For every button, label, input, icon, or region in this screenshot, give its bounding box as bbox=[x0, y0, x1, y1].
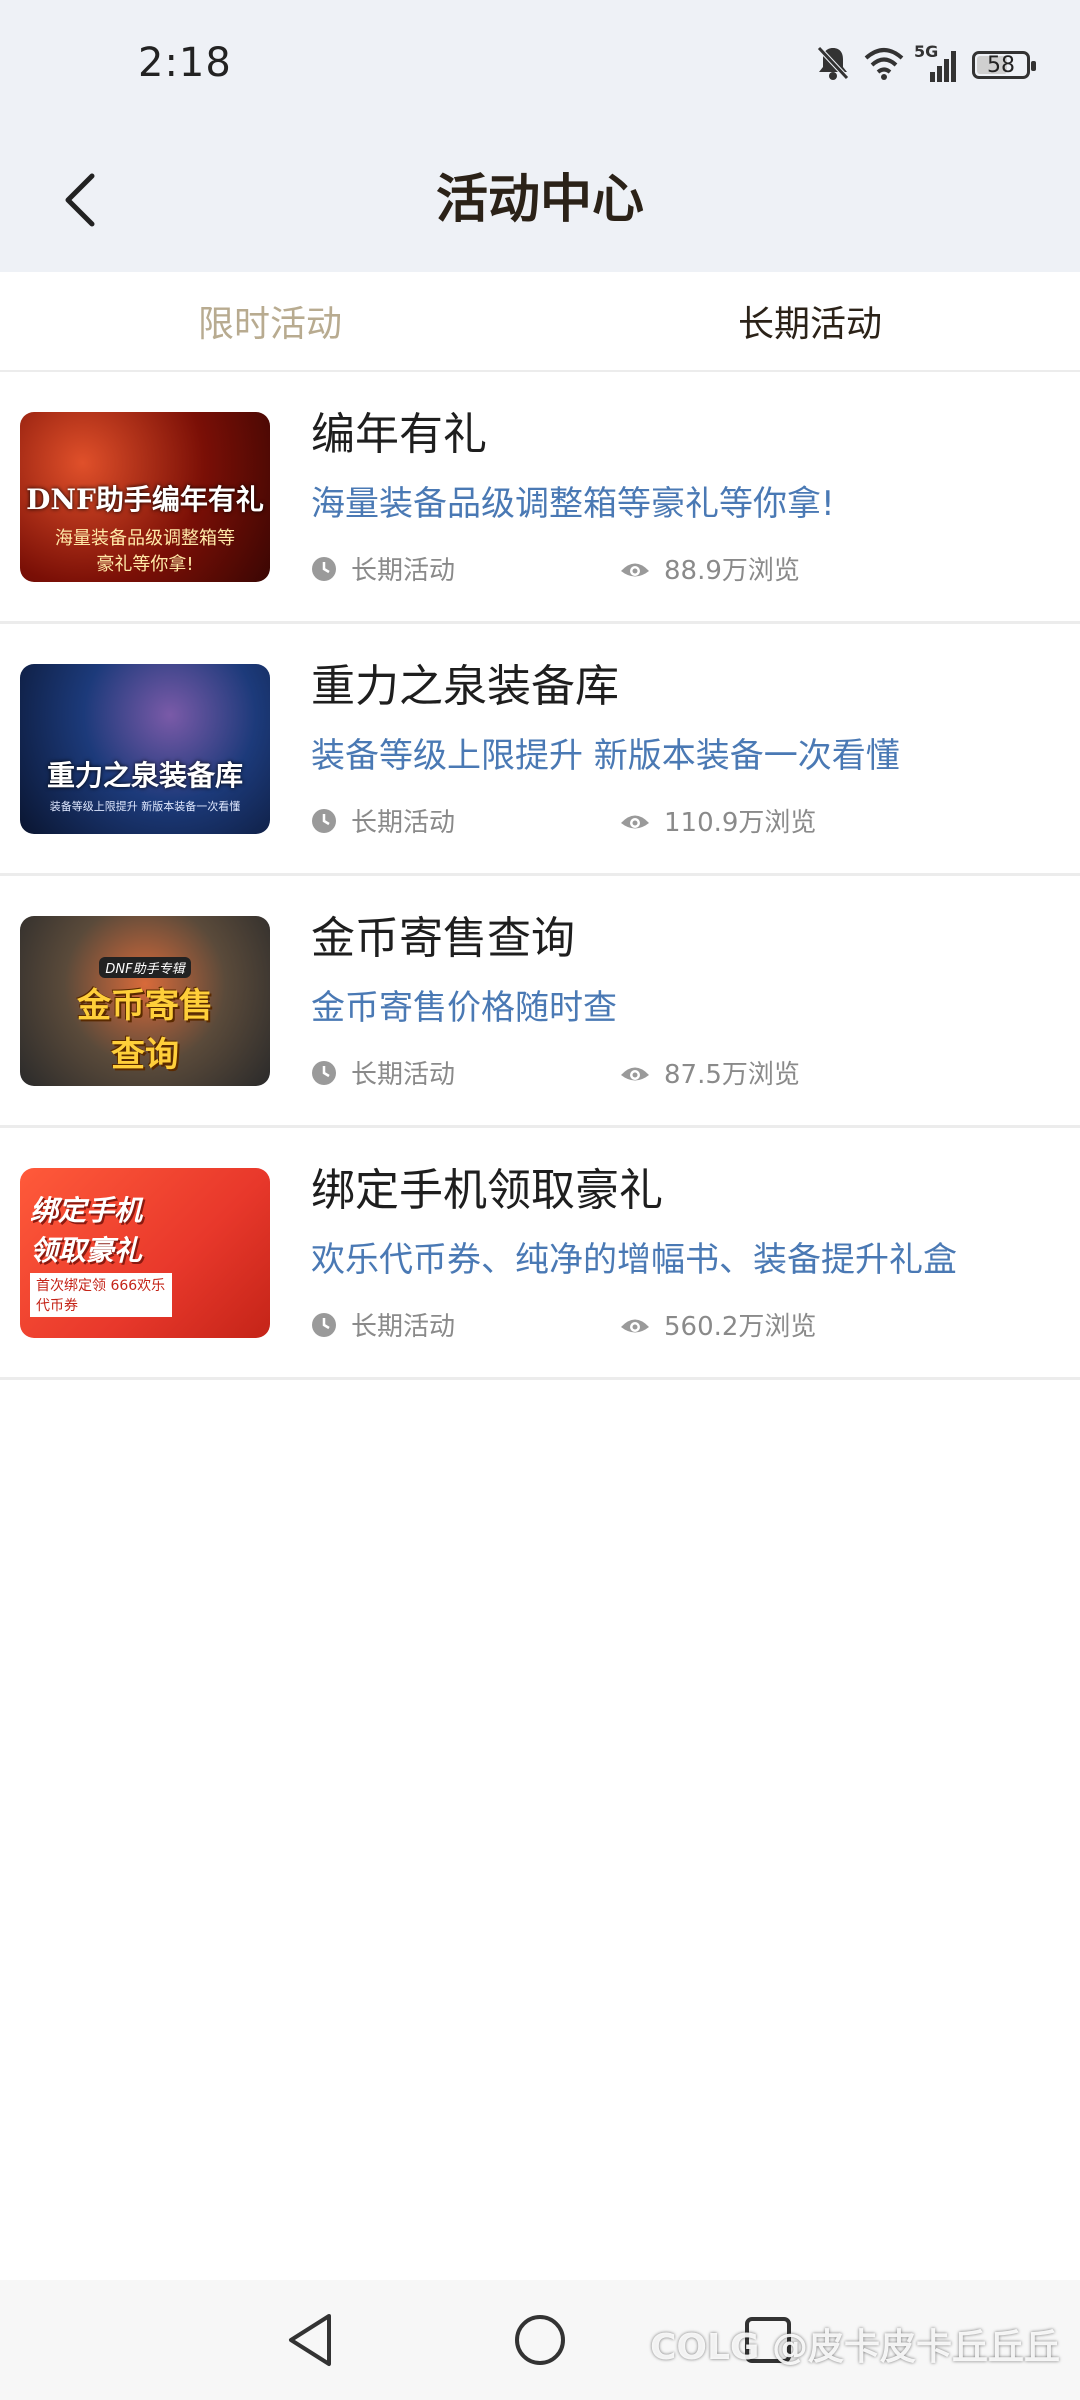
banner-line: 领取豪礼 bbox=[30, 1234, 143, 1267]
status-icons: 5G 58 bbox=[816, 40, 1036, 90]
banner-line: 首次绑定领 666欢乐代币券 bbox=[30, 1273, 172, 1317]
banner-line: 金币寄售 bbox=[77, 985, 213, 1026]
cellular-signal-icon: 5G bbox=[914, 42, 958, 82]
activity-type-label: 长期活动 bbox=[351, 1312, 456, 1342]
clock-icon bbox=[312, 1312, 336, 1337]
tab-long-term[interactable]: 长期活动 bbox=[540, 272, 1080, 370]
item-description: 金币寄售价格随时查 bbox=[311, 988, 617, 1028]
list-item[interactable]: DNF助手编年有礼 海量装备品级调整箱等 豪礼等你拿! 编年有礼 海量装备品级调… bbox=[0, 372, 1080, 624]
network-type: 5G bbox=[914, 42, 939, 61]
item-title: 金币寄售查询 bbox=[311, 913, 575, 964]
item-description: 装备等级上限提升 新版本装备一次看懂 bbox=[311, 736, 900, 776]
activity-type: 长期活动 bbox=[311, 1054, 455, 1091]
view-count-label: 560.2万浏览 bbox=[664, 1312, 817, 1342]
banner-line: 豪礼等你拿! bbox=[96, 554, 194, 575]
mute-bell-icon bbox=[816, 45, 850, 85]
page-title: 活动中心 bbox=[435, 170, 644, 230]
list-item[interactable]: 重力之泉装备库 装备等级上限提升 新版本装备一次看懂 重力之泉装备库 装备等级上… bbox=[0, 624, 1080, 876]
banner-line: DNF助手专辑 bbox=[99, 956, 191, 978]
banner-line: 装备等级上限提升 新版本装备一次看懂 bbox=[49, 800, 241, 813]
list-item[interactable]: DNF助手专辑 金币寄售 查询 金币寄售查询 金币寄售价格随时查 长期活动 87… bbox=[0, 876, 1080, 1128]
watermark: COLG @皮卡皮卡丘丘丘 bbox=[649, 2327, 1060, 2368]
view-count: 560.2万浏览 bbox=[620, 1306, 816, 1343]
activity-banner: 重力之泉装备库 装备等级上限提升 新版本装备一次看懂 bbox=[20, 664, 270, 834]
activity-banner: 绑定手机 领取豪礼 首次绑定领 666欢乐代币券 bbox=[20, 1168, 270, 1338]
circle-home-icon bbox=[515, 2315, 565, 2365]
item-description: 海量装备品级调整箱等豪礼等你拿! bbox=[311, 484, 835, 524]
item-description: 欢乐代币券、纯净的增幅书、装备提升礼盒 bbox=[311, 1240, 957, 1280]
activity-type-label: 长期活动 bbox=[351, 556, 456, 586]
view-count: 87.5万浏览 bbox=[620, 1054, 800, 1091]
battery-icon: 58 bbox=[972, 51, 1036, 79]
eye-icon bbox=[621, 815, 649, 828]
banner-line: 海量装备品级调整箱等 bbox=[55, 528, 235, 549]
view-count-label: 88.9万浏览 bbox=[664, 556, 800, 586]
activity-list: DNF助手编年有礼 海量装备品级调整箱等 豪礼等你拿! 编年有礼 海量装备品级调… bbox=[0, 372, 1080, 1380]
banner-line: DNF助手编年有礼 bbox=[26, 483, 264, 516]
status-bar: 2:18 5G 58 bbox=[0, 0, 1080, 130]
view-count-label: 110.9万浏览 bbox=[664, 808, 817, 838]
clock-icon bbox=[312, 556, 336, 581]
activity-banner: DNF助手专辑 金币寄售 查询 bbox=[20, 916, 270, 1086]
item-title: 绑定手机领取豪礼 bbox=[311, 1165, 663, 1216]
eye-icon bbox=[621, 563, 649, 576]
item-title: 重力之泉装备库 bbox=[311, 661, 619, 712]
activity-type-label: 长期活动 bbox=[351, 1060, 456, 1090]
status-time: 2:18 bbox=[138, 40, 232, 86]
activity-type-label: 长期活动 bbox=[351, 808, 456, 838]
header-bar: 活动中心 bbox=[0, 130, 1080, 272]
list-item[interactable]: 绑定手机 领取豪礼 首次绑定领 666欢乐代币券 绑定手机领取豪礼 欢乐代币券、… bbox=[0, 1128, 1080, 1380]
nav-home-button[interactable] bbox=[500, 2300, 580, 2380]
banner-line: 绑定手机 bbox=[30, 1194, 143, 1227]
banner-line: 重力之泉装备库 bbox=[46, 759, 243, 792]
activity-type: 长期活动 bbox=[311, 1306, 455, 1343]
clock-icon bbox=[312, 808, 336, 833]
activity-type: 长期活动 bbox=[311, 550, 455, 587]
triangle-back-icon bbox=[289, 2314, 331, 2366]
wifi-icon bbox=[864, 46, 904, 84]
view-count: 88.9万浏览 bbox=[620, 550, 800, 587]
view-count: 110.9万浏览 bbox=[620, 802, 816, 839]
tab-limited-time[interactable]: 限时活动 bbox=[0, 272, 540, 370]
eye-icon bbox=[621, 1067, 649, 1080]
banner-line: 查询 bbox=[111, 1034, 179, 1075]
item-title: 编年有礼 bbox=[311, 409, 487, 460]
tab-bar: 限时活动 长期活动 bbox=[0, 272, 1080, 372]
activity-type: 长期活动 bbox=[311, 802, 455, 839]
clock-icon bbox=[312, 1060, 336, 1085]
nav-back-button[interactable] bbox=[270, 2300, 350, 2380]
activity-banner: DNF助手编年有礼 海量装备品级调整箱等 豪礼等你拿! bbox=[20, 412, 270, 582]
eye-icon bbox=[621, 1319, 649, 1332]
battery-level: 58 bbox=[987, 52, 1015, 78]
view-count-label: 87.5万浏览 bbox=[664, 1060, 800, 1090]
